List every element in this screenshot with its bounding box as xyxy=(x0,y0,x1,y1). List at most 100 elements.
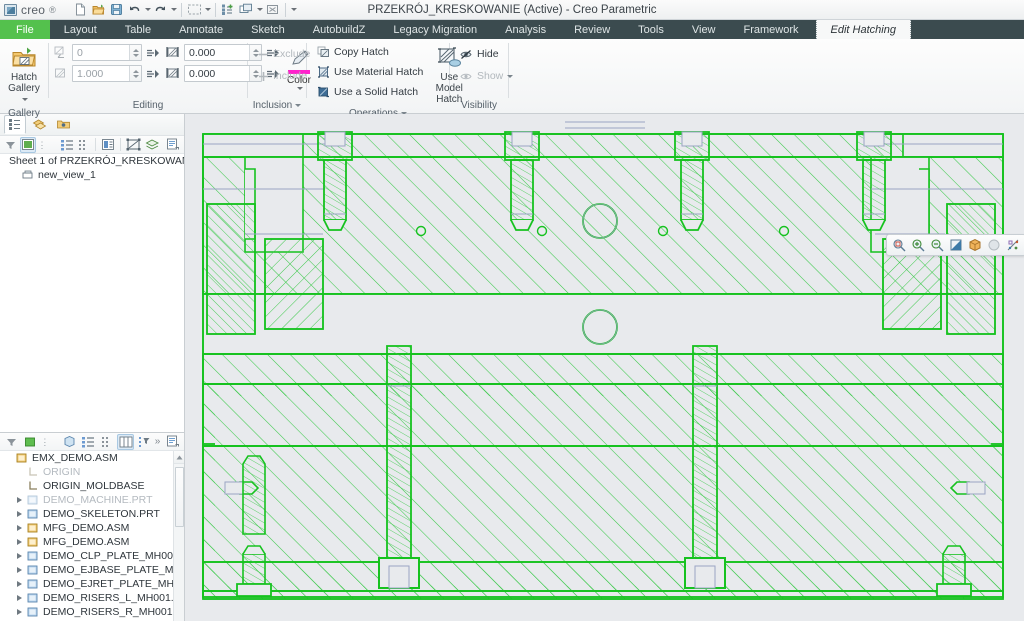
hatch-gallery-button[interactable]: Hatch Gallery xyxy=(5,43,43,108)
exclude-button[interactable]: Exclude xyxy=(253,45,315,63)
expand-toggle[interactable] xyxy=(15,594,24,603)
tree-settings-button[interactable] xyxy=(164,434,181,450)
model-tree-item[interactable]: DEMO_EJBASE_PLATE_MH001.PRT xyxy=(0,563,184,577)
show-details-button[interactable] xyxy=(77,137,92,153)
datum-display-button[interactable] xyxy=(1004,236,1022,254)
select-dropdown-caret-icon[interactable] xyxy=(204,8,211,11)
regenerate-button[interactable] xyxy=(220,1,237,18)
view-display-button[interactable] xyxy=(125,137,142,153)
open-document-button[interactable] xyxy=(90,1,107,18)
model-tree-item[interactable]: ORIGIN xyxy=(0,465,184,479)
model-tree-root-button[interactable] xyxy=(22,434,39,450)
tab-review[interactable]: Review xyxy=(560,20,624,39)
show-list-button[interactable] xyxy=(59,137,75,153)
tab-analysis[interactable]: Analysis xyxy=(491,20,560,39)
tree-options-button[interactable]: ⋮ xyxy=(38,140,47,149)
tab-sketch[interactable]: Sketch xyxy=(237,20,299,39)
model-tree-item[interactable]: DEMO_SKELETON.PRT xyxy=(0,507,184,521)
window-dropdown-caret-icon[interactable] xyxy=(256,8,263,11)
repaint-button[interactable] xyxy=(947,236,965,254)
expand-toggle[interactable] xyxy=(15,496,24,505)
model-tree-options-button[interactable]: ⋮ xyxy=(40,437,49,446)
tab-autobuildz[interactable]: AutobuildZ xyxy=(299,20,380,39)
creo-logo[interactable]: creo ® xyxy=(0,3,56,17)
model-tree-item[interactable]: DEMO_MACHINE.PRT xyxy=(0,493,184,507)
hatch-spacing-input[interactable] xyxy=(73,66,129,81)
layers-display-button[interactable] xyxy=(144,137,161,153)
show-button[interactable]: Show xyxy=(455,67,518,85)
tab-file[interactable]: File xyxy=(0,20,50,39)
drawing-tree[interactable]: Sheet 1 of PRZEKRÓJ_KRESKOWANIE.DRW new_… xyxy=(0,154,184,433)
model-tree-scroll-thumb[interactable] xyxy=(175,467,184,527)
expand-toggle[interactable] xyxy=(15,580,24,589)
hatch-offset-y-input[interactable] xyxy=(185,66,249,81)
model-tree-item[interactable]: MFG_DEMO.ASM xyxy=(0,521,184,535)
hatch-angle-spinner[interactable] xyxy=(129,45,141,60)
close-window-button[interactable] xyxy=(264,1,281,18)
model-filter-dropdown-button[interactable] xyxy=(3,434,20,450)
expand-toggle[interactable] xyxy=(15,510,24,519)
hatch-gallery-caret-icon[interactable] xyxy=(22,97,28,101)
model-tree-scrollbar[interactable] xyxy=(173,451,184,621)
drawing-tree-view-button[interactable] xyxy=(19,136,36,153)
refit-button[interactable] xyxy=(890,236,908,254)
hatch-offset-x-input[interactable] xyxy=(185,45,249,60)
new-document-button[interactable] xyxy=(72,1,89,18)
detail-view-button[interactable] xyxy=(99,434,116,450)
expand-toggle[interactable] xyxy=(15,538,24,547)
use-solid-hatch-button[interactable]: Use a Solid Hatch xyxy=(312,83,428,101)
zoom-in-button[interactable] xyxy=(909,236,927,254)
qat-overflow-caret-icon[interactable] xyxy=(290,8,297,11)
model-tree[interactable]: EMX_DEMO.ASM ORIGIN ORIGIN_MOLDBASE DEMO_MA… xyxy=(0,451,184,621)
expand-toggle[interactable] xyxy=(15,524,24,533)
tree-item-new-view-1[interactable]: new_view_1 xyxy=(0,168,184,182)
filter-dropdown-button[interactable] xyxy=(3,137,18,153)
model-tree-item[interactable]: DEMO_CLP_PLATE_MH001.PRT xyxy=(0,549,184,563)
model-tree-item[interactable]: MFG_DEMO.ASM xyxy=(0,535,184,549)
tree-item-sheet1[interactable]: Sheet 1 of PRZEKRÓJ_KRESKOWANIE.DRW xyxy=(0,154,184,168)
tree-filters-button[interactable] xyxy=(136,434,153,450)
sheet-setup-button[interactable] xyxy=(100,137,116,153)
undo-dropdown-caret-icon[interactable] xyxy=(144,8,151,11)
list-view-button[interactable] xyxy=(80,434,97,450)
tab-table[interactable]: Table xyxy=(111,20,165,39)
include-button[interactable]: Include xyxy=(253,67,312,85)
tab-tools[interactable]: Tools xyxy=(624,20,678,39)
folder-browser-tab[interactable] xyxy=(52,115,74,134)
tab-layout[interactable]: Layout xyxy=(50,20,111,39)
shading-button[interactable] xyxy=(985,236,1003,254)
inclusion-expand-caret-icon[interactable] xyxy=(295,104,302,107)
show-part-button[interactable] xyxy=(61,434,78,450)
hatch-spacing-spinner[interactable] xyxy=(129,66,141,81)
zoom-out-button[interactable] xyxy=(928,236,946,254)
expand-toggle[interactable] xyxy=(15,566,24,575)
tab-view[interactable]: View xyxy=(678,20,730,39)
save-document-button[interactable] xyxy=(108,1,125,18)
graphics-window[interactable]: A-A xyxy=(185,114,1024,621)
copy-hatch-button[interactable]: Copy Hatch xyxy=(312,43,428,61)
model-tree-item[interactable]: DEMO_EJRET_PLATE_MH001.PRT xyxy=(0,577,184,591)
show-dropdown-caret-icon[interactable] xyxy=(507,74,514,78)
model-tree-item[interactable]: ORIGIN_MOLDBASE xyxy=(0,479,184,493)
hide-button[interactable]: Hide xyxy=(455,45,504,63)
tab-annotate[interactable]: Annotate xyxy=(165,20,237,39)
model-tree-scroll-up-button[interactable] xyxy=(174,451,184,464)
select-items-button[interactable] xyxy=(186,1,203,18)
undo-button[interactable] xyxy=(126,1,143,18)
model-tree-item[interactable]: EMX_DEMO.ASM xyxy=(0,451,184,465)
hatch-angle-field[interactable] xyxy=(72,44,142,61)
tab-framework[interactable]: Framework xyxy=(730,20,813,39)
tab-legacy-migration[interactable]: Legacy Migration xyxy=(379,20,491,39)
sheet-properties-button[interactable] xyxy=(165,137,181,153)
display-style-button[interactable] xyxy=(966,236,984,254)
window-button[interactable] xyxy=(238,1,255,18)
redo-dropdown-caret-icon[interactable] xyxy=(170,8,177,11)
redo-button[interactable] xyxy=(152,1,169,18)
tree-columns-button[interactable] xyxy=(117,433,135,450)
hatch-spacing-field[interactable] xyxy=(72,65,142,82)
model-tree-item[interactable]: DEMO_RISERS_R_MH001.PRT xyxy=(0,605,184,619)
tab-edit-hatching[interactable]: Edit Hatching xyxy=(815,20,911,39)
expand-toggle[interactable] xyxy=(15,552,24,561)
hatch-angle-input[interactable] xyxy=(73,45,129,60)
use-material-hatch-button[interactable]: Use Material Hatch xyxy=(312,63,428,81)
